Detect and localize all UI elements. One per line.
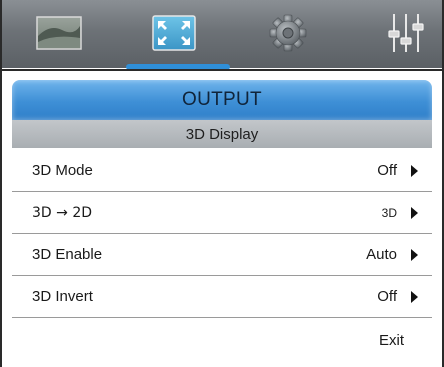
row-label: 3D Invert	[32, 288, 93, 305]
tab-output[interactable]	[150, 11, 198, 55]
row-3d-mode[interactable]: 3D Mode Off	[12, 150, 432, 192]
row-value: Off	[377, 288, 397, 305]
menu-header: OUTPUT 3D Display	[12, 80, 432, 148]
exit-label: Exit	[378, 331, 404, 349]
chevron-right-icon	[411, 248, 418, 261]
settings-list: 3D Mode Off 3D → 2D 3D 3D Enable Auto 3D…	[12, 150, 432, 362]
row-label: 3D → 2D	[32, 204, 93, 221]
row-3d-enable[interactable]: 3D Enable Auto	[12, 234, 432, 276]
tab-audio[interactable]	[382, 11, 430, 55]
tab-setup[interactable]	[264, 11, 312, 55]
row-value-group: Auto	[366, 246, 418, 263]
equalizer-icon	[388, 14, 424, 52]
chevron-right-icon	[411, 290, 418, 303]
row-value-group: Off	[377, 288, 418, 305]
page-subtitle: 3D Display	[12, 120, 432, 148]
row-value-group: 3D	[382, 206, 418, 220]
row-3d-invert[interactable]: 3D Invert Off	[12, 276, 432, 318]
osd-menu: OUTPUT 3D Display 3D Mode Off 3D → 2D 3D…	[0, 0, 444, 367]
row-value-group: Off	[377, 162, 418, 179]
row-label: 3D Mode	[32, 162, 93, 179]
row-value: Off	[377, 162, 397, 179]
row-label: 3D Enable	[32, 246, 103, 263]
tab-picture[interactable]	[35, 11, 83, 55]
exit-button[interactable]: Exit	[12, 318, 432, 362]
chevron-right-icon	[411, 206, 418, 219]
tab-divider	[2, 69, 442, 71]
gear-icon	[269, 14, 307, 52]
page-title: OUTPUT	[12, 80, 432, 120]
tab-bar	[2, 0, 442, 70]
row-value: 3D	[381, 205, 397, 220]
row-3d-to-2d[interactable]: 3D → 2D 3D	[12, 192, 432, 234]
fit-screen-icon	[152, 15, 196, 51]
picture-icon	[36, 16, 82, 50]
row-value: Auto	[366, 246, 397, 263]
chevron-right-icon	[411, 164, 418, 177]
